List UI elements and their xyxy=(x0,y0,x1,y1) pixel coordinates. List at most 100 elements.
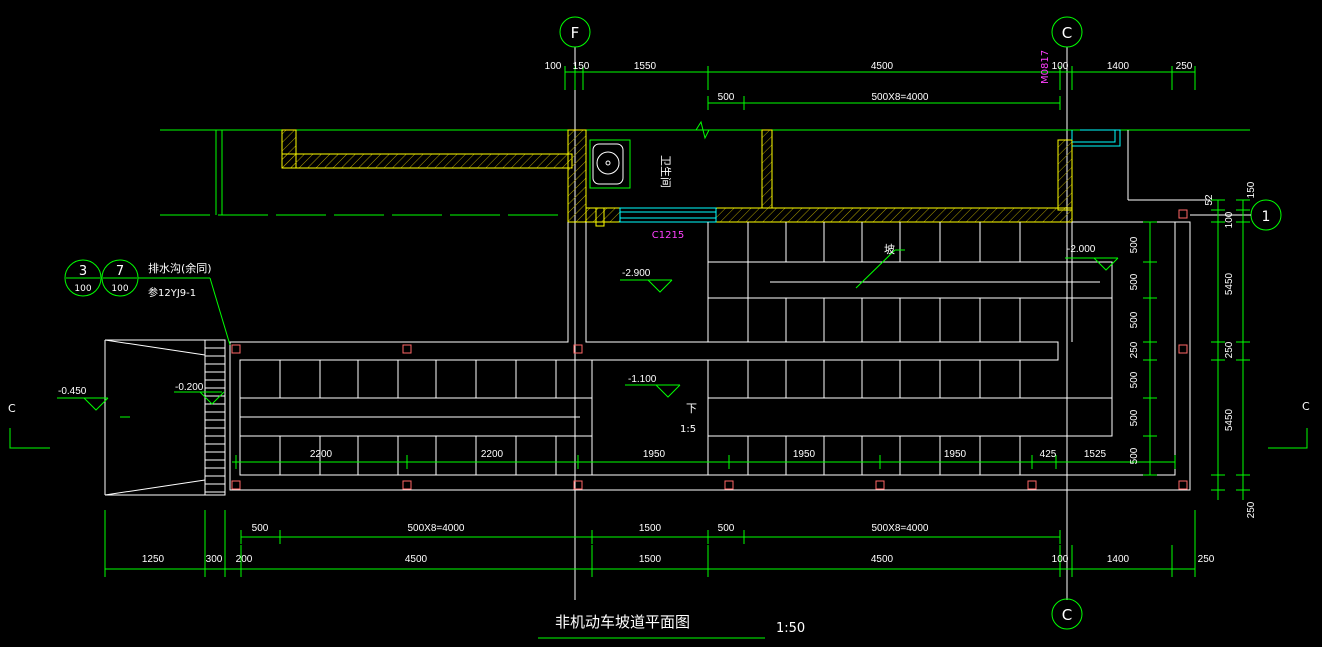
svg-text:500: 500 xyxy=(718,523,735,534)
door-label: M0817 xyxy=(1040,50,1051,84)
floor-plan-drawing: F C C 1 100 150 1550 4500 100 1400 250 5… xyxy=(8,16,1310,639)
column-marker xyxy=(1178,344,1188,354)
elevation-marker-3: -1.100 xyxy=(625,374,681,398)
callout-title: 排水沟(余同) xyxy=(148,261,212,275)
drawing-title: 非机动车坡道平面图 xyxy=(555,613,690,631)
svg-text:-2.000: -2.000 xyxy=(1067,244,1096,255)
left-stair xyxy=(104,339,226,496)
axis-label-c-top: C xyxy=(1062,24,1072,42)
elevation-marker-2: -2.000 xyxy=(1065,244,1119,271)
drawing-scale: 1:50 xyxy=(776,621,805,636)
slope-ratio-label: 1:5 xyxy=(680,424,696,435)
elevation-marker-5: -0.200 xyxy=(174,382,225,405)
column-marker xyxy=(1027,480,1037,490)
svg-text:5450: 5450 xyxy=(1224,272,1235,295)
svg-text:C: C xyxy=(1302,400,1310,413)
svg-text:500: 500 xyxy=(252,523,269,534)
svg-text:4500: 4500 xyxy=(405,554,428,565)
svg-text:1950: 1950 xyxy=(793,449,816,460)
svg-text:500X8=4000: 500X8=4000 xyxy=(871,523,928,534)
window-label: C1215 xyxy=(652,230,684,241)
svg-text:2200: 2200 xyxy=(310,449,333,460)
dim-top-4500: 4500 xyxy=(871,61,894,72)
top-dimensions: 100 150 1550 4500 100 1400 250 500 500X8… xyxy=(545,61,1196,110)
svg-text:-0.450: -0.450 xyxy=(58,386,87,397)
svg-text:1500: 1500 xyxy=(639,554,662,565)
room-label: 卫生间 xyxy=(659,155,673,188)
washbasin-fixture xyxy=(589,139,631,189)
column-marker xyxy=(724,480,734,490)
svg-text:500: 500 xyxy=(1129,273,1140,290)
inner-dimensions: 2200 2200 1950 1950 1950 425 1525 xyxy=(232,449,1176,469)
ramp-grid xyxy=(279,222,1021,475)
svg-text:1525: 1525 xyxy=(1084,449,1107,460)
column-marker xyxy=(402,344,412,354)
column-marker xyxy=(1178,480,1188,490)
svg-text:500: 500 xyxy=(1129,409,1140,426)
svg-text:5450: 5450 xyxy=(1224,408,1235,431)
column-marker xyxy=(231,480,241,490)
svg-text:500: 500 xyxy=(1129,371,1140,388)
right-dimensions: 500 500 500 250 500 500 500 100 5450 250… xyxy=(1128,181,1257,518)
dim-top-100b: 100 xyxy=(1052,61,1069,72)
column-marker xyxy=(1178,209,1188,219)
axis-bubble-c-top: C xyxy=(1051,16,1083,48)
svg-text:250: 250 xyxy=(1129,341,1140,358)
svg-text:7: 7 xyxy=(116,264,124,279)
svg-text:-0.200: -0.200 xyxy=(175,382,204,393)
column-marker xyxy=(402,480,412,490)
svg-text:100: 100 xyxy=(111,284,128,294)
section-mark-left: C xyxy=(8,402,50,449)
svg-text:3: 3 xyxy=(79,264,87,279)
down-label: 下 xyxy=(686,402,697,415)
upper-wall xyxy=(160,120,1250,227)
svg-text:1950: 1950 xyxy=(643,449,666,460)
svg-text:4500: 4500 xyxy=(871,554,894,565)
column-marker xyxy=(875,480,885,490)
svg-text:500: 500 xyxy=(1129,447,1140,464)
bottom-dimensions: 500 500X8=4000 1500 500 500X8=4000 1250 … xyxy=(104,510,1215,577)
svg-text:100: 100 xyxy=(1052,554,1069,565)
svg-text:C: C xyxy=(8,402,16,415)
svg-text:-1.100: -1.100 xyxy=(628,374,657,385)
ramp-direction-label: 坡 xyxy=(884,243,895,256)
dim-top2-500x8: 500X8=4000 xyxy=(871,92,928,103)
svg-text:2200: 2200 xyxy=(481,449,504,460)
svg-text:1500: 1500 xyxy=(639,523,662,534)
column-marker xyxy=(231,344,241,354)
elevation-marker-1: -2.900 xyxy=(620,268,673,293)
axis-bubble-f-top: F xyxy=(559,16,591,48)
callout-ref: 参12YJ9-1 xyxy=(148,286,196,299)
dim-top-100a: 100 xyxy=(545,61,562,72)
dim-top-1550: 1550 xyxy=(634,61,657,72)
svg-text:1950: 1950 xyxy=(944,449,967,460)
svg-text:250: 250 xyxy=(1224,341,1235,358)
svg-text:250: 250 xyxy=(1198,554,1215,565)
svg-text:500X8=4000: 500X8=4000 xyxy=(407,523,464,534)
drawing-title-block: 非机动车坡道平面图 1:50 xyxy=(538,613,805,639)
svg-text:300: 300 xyxy=(206,554,223,565)
svg-text:1250: 1250 xyxy=(142,554,165,565)
axis-label-f-top: F xyxy=(571,24,580,42)
axis-bubble-c-bottom: C xyxy=(1051,598,1083,630)
svg-text:200: 200 xyxy=(236,554,253,565)
svg-text:150: 150 xyxy=(1246,181,1257,198)
svg-text:500: 500 xyxy=(1129,236,1140,253)
svg-text:100: 100 xyxy=(1224,211,1235,228)
svg-text:500: 500 xyxy=(1129,311,1140,328)
svg-text:1400: 1400 xyxy=(1107,554,1130,565)
svg-text:425: 425 xyxy=(1040,449,1057,460)
svg-text:100: 100 xyxy=(74,284,91,294)
columns xyxy=(231,209,1188,490)
svg-text:-2.900: -2.900 xyxy=(622,268,651,279)
axis-label-c-bottom: C xyxy=(1062,606,1072,624)
dim-top-250: 250 xyxy=(1176,61,1193,72)
dim-top2-500: 500 xyxy=(718,92,735,103)
dim-top-150: 150 xyxy=(573,61,590,72)
slope-arrows: 坡 下 1:5 xyxy=(240,243,1100,435)
axis-label-1-right: 1 xyxy=(1262,209,1271,225)
elevation-marker-4: -0.450 xyxy=(57,386,109,411)
dim-top-1400: 1400 xyxy=(1107,61,1130,72)
drainage-callout: 3 100 7 100 排水沟(余同) 参12YJ9-1 xyxy=(64,259,231,346)
svg-text:250: 250 xyxy=(1246,501,1257,518)
